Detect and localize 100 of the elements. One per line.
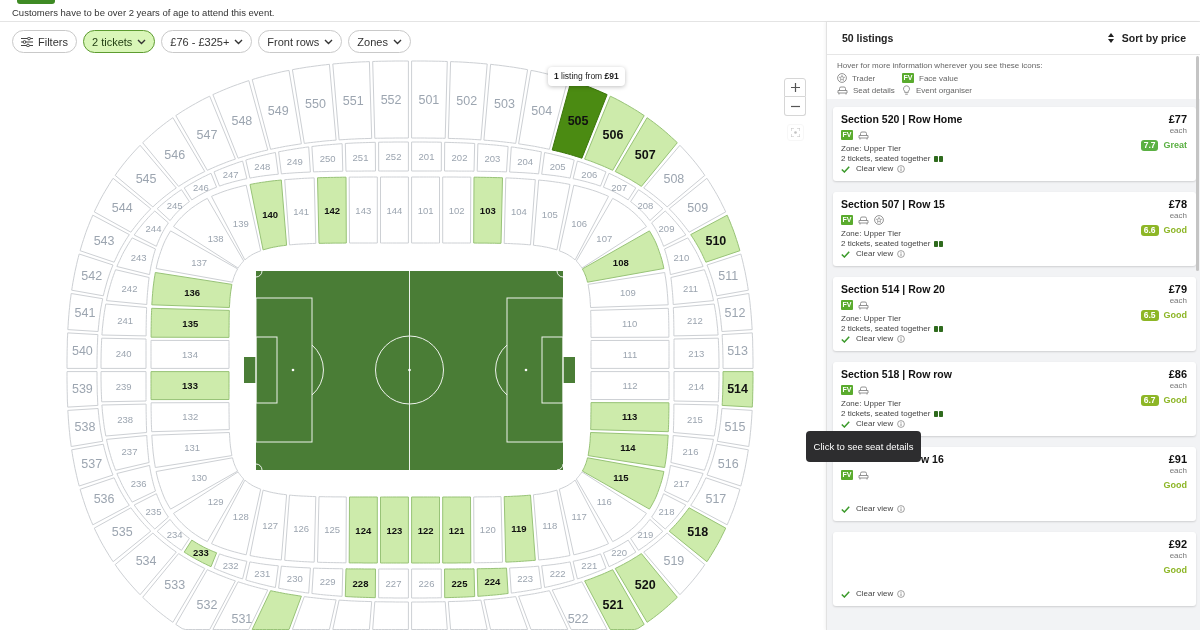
seat-section[interactable]: 126: [284, 494, 317, 563]
seat-section[interactable]: 105: [532, 179, 571, 251]
seat-section[interactable]: 252: [378, 141, 409, 172]
seat-section[interactable]: 104: [503, 177, 536, 246]
seat-section[interactable]: 543: [79, 214, 130, 263]
seat-section[interactable]: 231: [245, 561, 279, 588]
seat-section[interactable]: 512: [716, 293, 753, 332]
seat-section[interactable]: [372, 601, 409, 630]
seat-section[interactable]: 210: [664, 237, 704, 276]
seat-section[interactable]: 221: [572, 553, 607, 580]
filter-chip[interactable]: Front rows: [258, 30, 343, 53]
seat-section[interactable]: 102: [442, 176, 472, 244]
seat-section[interactable]: 136: [151, 272, 233, 308]
seat-section[interactable]: 542: [71, 253, 114, 297]
seat-section[interactable]: 236: [116, 464, 156, 503]
seat-section[interactable]: 241: [101, 303, 148, 337]
seat-section[interactable]: 223: [509, 565, 542, 594]
seat-section[interactable]: 515: [716, 408, 753, 447]
seat-section[interactable]: 222: [541, 561, 575, 588]
seat-section[interactable]: 127: [249, 489, 288, 561]
seat-section[interactable]: 248: [245, 152, 279, 179]
seat-section[interactable]: 501: [411, 60, 448, 139]
seat-section[interactable]: 144: [380, 176, 409, 244]
seat-section[interactable]: 235: [133, 493, 169, 530]
seat-section[interactable]: 206: [572, 160, 607, 187]
seat-section[interactable]: 205: [541, 152, 575, 179]
seat-section[interactable]: 114: [587, 432, 669, 468]
seat-section[interactable]: 243: [116, 237, 156, 276]
seat-section[interactable]: 227: [378, 568, 409, 599]
seat-section[interactable]: 212: [672, 303, 719, 337]
seat-section[interactable]: 510: [690, 214, 741, 263]
seat-section[interactable]: 133: [150, 371, 230, 401]
seat-section[interactable]: [411, 601, 448, 630]
seat-section[interactable]: [251, 590, 302, 630]
seat-section[interactable]: 513: [721, 332, 754, 369]
seat-section[interactable]: 517: [690, 477, 741, 526]
seat-section[interactable]: 232: [213, 553, 248, 580]
seat-section[interactable]: 120: [473, 496, 503, 564]
seat-section[interactable]: 240: [100, 337, 147, 369]
seat-section[interactable]: 207: [602, 172, 637, 201]
seat-section[interactable]: 230: [278, 565, 311, 594]
seat-section[interactable]: [483, 596, 529, 630]
seat-section[interactable]: [447, 599, 488, 630]
seat-section[interactable]: 201: [411, 141, 442, 172]
seat-section[interactable]: [291, 596, 337, 630]
filter-chip[interactable]: Filters: [12, 30, 77, 53]
seat-section[interactable]: 550: [291, 63, 337, 144]
seat-section[interactable]: 110: [590, 307, 670, 338]
seat-section[interactable]: 540: [66, 332, 99, 369]
seat-section[interactable]: 111: [590, 339, 670, 369]
seat-section[interactable]: 551: [332, 61, 373, 141]
seat-section[interactable]: 112: [590, 371, 670, 401]
seat-section[interactable]: 242: [106, 269, 150, 305]
seat-section[interactable]: 142: [317, 176, 347, 244]
filter-chip[interactable]: Zones: [348, 30, 411, 53]
seat-section[interactable]: 125: [317, 496, 347, 564]
seat-section[interactable]: [518, 590, 569, 630]
seat-section[interactable]: [332, 599, 373, 630]
seat-section[interactable]: 537: [71, 443, 114, 487]
seat-section[interactable]: 228: [344, 568, 376, 599]
zoom-out-button[interactable]: [784, 97, 806, 116]
seat-section[interactable]: 502: [447, 61, 488, 141]
seat-section[interactable]: 134: [150, 339, 230, 369]
seat-section[interactable]: 225: [444, 568, 476, 599]
seat-section[interactable]: 217: [664, 464, 704, 503]
seat-section[interactable]: 121: [442, 496, 472, 564]
seat-section[interactable]: 244: [133, 210, 169, 247]
seat-section[interactable]: 131: [151, 432, 233, 468]
seat-section[interactable]: 143: [348, 176, 378, 244]
seat-section[interactable]: 511: [706, 253, 749, 297]
seat-section[interactable]: 209: [651, 210, 687, 247]
action-button[interactable]: [17, 0, 55, 4]
seat-section[interactable]: 538: [67, 408, 104, 447]
seat-section[interactable]: 132: [150, 402, 230, 433]
seat-section[interactable]: 216: [670, 435, 714, 471]
seat-section[interactable]: 503: [483, 63, 529, 144]
seat-section[interactable]: 113: [590, 402, 670, 433]
seat-section[interactable]: 516: [706, 443, 749, 487]
seat-section[interactable]: 109: [587, 272, 669, 308]
seat-section[interactable]: 103: [473, 176, 503, 244]
seat-section[interactable]: 122: [411, 496, 440, 564]
seat-section[interactable]: 251: [344, 141, 376, 172]
seat-section[interactable]: 247: [213, 160, 248, 187]
seat-section[interactable]: 101: [411, 176, 440, 244]
seat-section[interactable]: 218: [651, 493, 687, 530]
listing-card[interactable]: Clear view £92 each Good: [833, 532, 1196, 606]
seat-section[interactable]: 224: [476, 567, 509, 597]
zoom-in-button[interactable]: [784, 78, 806, 97]
seat-section[interactable]: 204: [509, 146, 542, 175]
sort-button[interactable]: Sort by price: [1107, 32, 1186, 44]
seat-section[interactable]: 250: [311, 143, 344, 173]
seat-section[interactable]: 549: [251, 69, 302, 150]
seat-section[interactable]: 119: [503, 494, 536, 563]
seat-section[interactable]: 541: [67, 293, 104, 332]
seat-section[interactable]: 141: [284, 177, 317, 246]
seat-section[interactable]: 203: [476, 143, 509, 173]
seat-section[interactable]: 219: [630, 518, 664, 551]
seat-section[interactable]: 536: [79, 477, 130, 526]
seat-section[interactable]: 229: [311, 567, 344, 597]
seat-section[interactable]: 226: [411, 568, 442, 599]
